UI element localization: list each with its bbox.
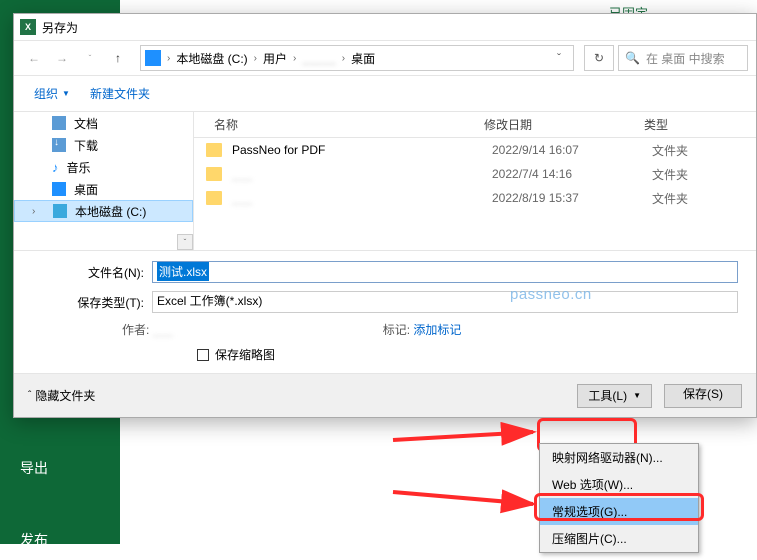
chevron-down-icon: ▼	[633, 391, 641, 400]
save-button[interactable]: 保存(S)	[664, 384, 742, 408]
sidebar-item-downloads[interactable]: 下载	[14, 134, 193, 156]
hide-folders-toggle[interactable]: ˆ 隐藏文件夹	[28, 387, 95, 404]
bg-export: 导出	[0, 448, 120, 488]
tools-menu: 映射网络驱动器(N)... Web 选项(W)... 常规选项(G)... 压缩…	[539, 443, 699, 553]
search-input[interactable]: 🔍 在 桌面 中搜索	[618, 45, 748, 71]
disk-icon	[53, 204, 67, 218]
folder-tree: 文档 下载 ♪音乐 桌面 ›本地磁盘 (C:) ˇ	[14, 112, 194, 250]
folder-icon	[206, 167, 222, 181]
author-value[interactable]: ___	[153, 323, 213, 337]
scroll-down-icon[interactable]: ˇ	[177, 234, 193, 250]
search-icon: 🔍	[625, 51, 640, 65]
chevron-up-icon: ˆ	[28, 390, 31, 401]
excel-icon: X	[20, 19, 36, 35]
nav-back-icon[interactable]: ←	[22, 46, 46, 70]
tools-button[interactable]: 工具(L) ▼	[577, 384, 652, 408]
filetype-label: 保存类型(T):	[32, 294, 152, 311]
menu-compress-pictures[interactable]: 压缩图片(C)...	[540, 525, 698, 552]
chevron-right-icon: ›	[340, 53, 347, 64]
chevron-down-icon[interactable]: ˇ	[549, 51, 569, 65]
bc-desktop[interactable]: 桌面	[349, 50, 377, 67]
filetype-select[interactable]: Excel 工作簿(*.xlsx)	[152, 291, 738, 313]
pc-icon	[145, 50, 161, 66]
document-icon	[52, 116, 66, 130]
file-list: 名称 修改日期 类型 PassNeo for PDF 2022/9/14 16:…	[194, 112, 756, 250]
chevron-right-icon: ›	[165, 53, 172, 64]
chevron-right-icon: ›	[252, 53, 259, 64]
nav-up-icon[interactable]: ↑	[106, 46, 130, 70]
new-folder-button[interactable]: 新建文件夹	[82, 81, 158, 106]
refresh-icon: ↻	[594, 51, 604, 65]
bc-users[interactable]: 用户	[261, 50, 289, 67]
file-row[interactable]: ___ 2022/7/4 14:16 文件夹	[194, 162, 756, 186]
chevron-right-icon: ›	[291, 53, 298, 64]
col-date[interactable]: 修改日期	[484, 116, 644, 133]
nav-recent-icon[interactable]: ˇ	[78, 46, 102, 70]
sidebar-item-music[interactable]: ♪音乐	[14, 156, 193, 178]
folder-icon	[206, 191, 222, 205]
menu-web-options[interactable]: Web 选项(W)...	[540, 471, 698, 498]
tags-input[interactable]: 添加标记	[413, 323, 461, 337]
sidebar-item-documents[interactable]: 文档	[14, 112, 193, 134]
author-label: 作者:	[122, 323, 149, 337]
menu-map-drive[interactable]: 映射网络驱动器(N)...	[540, 444, 698, 471]
refresh-button[interactable]: ↻	[584, 45, 614, 71]
menu-general-options[interactable]: 常规选项(G)...	[540, 498, 698, 525]
save-as-dialog: X 另存为 ← → ˇ ↑ › 本地磁盘 (C:) › 用户 › _____ ›…	[13, 13, 757, 418]
dialog-title: 另存为	[42, 19, 78, 36]
sidebar-item-local-disk[interactable]: ›本地磁盘 (C:)	[14, 200, 193, 222]
breadcrumb[interactable]: › 本地磁盘 (C:) › 用户 › _____ › 桌面 ˇ	[140, 45, 574, 71]
search-placeholder: 在 桌面 中搜索	[646, 50, 725, 67]
nav-forward-icon: →	[50, 46, 74, 70]
bc-drive[interactable]: 本地磁盘 (C:)	[174, 50, 249, 67]
folder-icon	[206, 143, 222, 157]
chevron-right-icon[interactable]: ›	[32, 206, 35, 217]
thumbnail-label: 保存缩略图	[215, 346, 275, 363]
thumbnail-checkbox[interactable]	[197, 349, 209, 361]
filename-label: 文件名(N):	[32, 264, 152, 281]
organize-button[interactable]: 组织▼	[26, 81, 78, 106]
filename-input[interactable]: 测试.xlsx	[152, 261, 738, 283]
col-type[interactable]: 类型	[644, 116, 756, 133]
chevron-down-icon: ▼	[62, 89, 70, 98]
file-row[interactable]: ___ 2022/8/19 15:37 文件夹	[194, 186, 756, 210]
col-name[interactable]: 名称	[194, 116, 484, 133]
sidebar-item-desktop[interactable]: 桌面	[14, 178, 193, 200]
desktop-icon	[52, 182, 66, 196]
bg-publish: 发布	[0, 520, 120, 560]
file-row[interactable]: PassNeo for PDF 2022/9/14 16:07 文件夹	[194, 138, 756, 162]
bc-user-hidden[interactable]: _____	[300, 51, 337, 65]
tags-label: 标记:	[383, 323, 410, 337]
download-icon	[52, 138, 66, 152]
music-icon: ♪	[52, 160, 59, 175]
